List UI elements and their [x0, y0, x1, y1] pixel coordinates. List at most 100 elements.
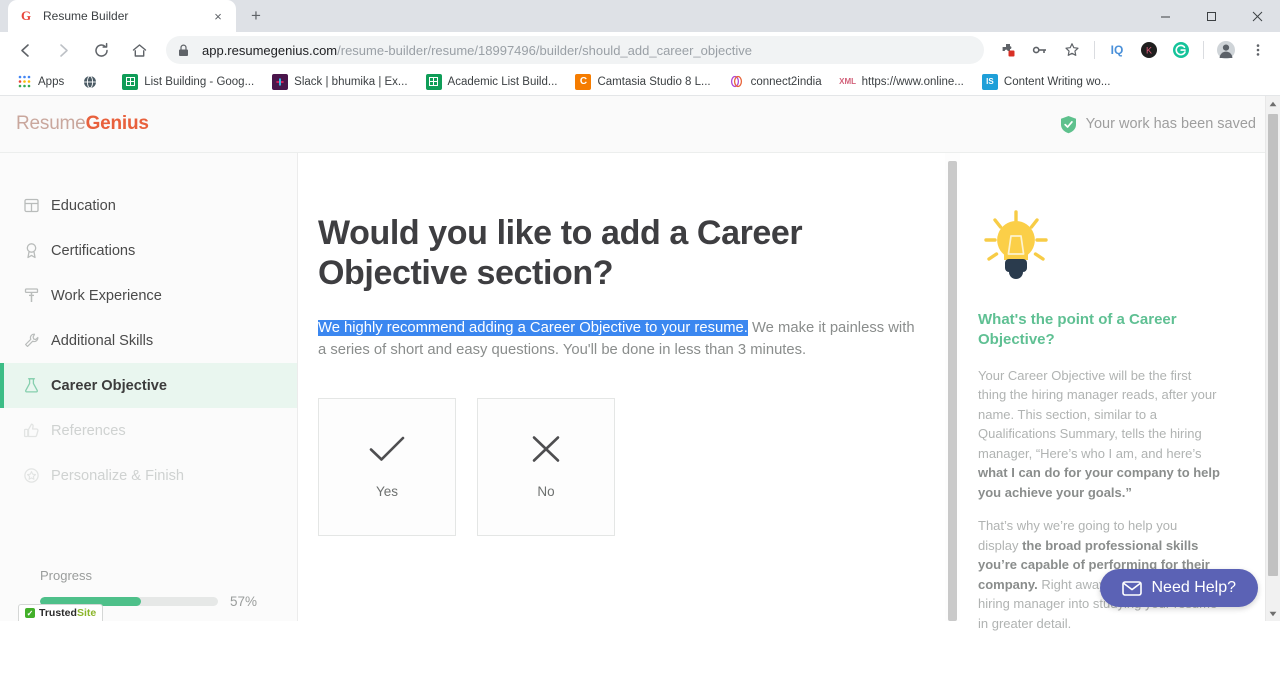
no-button-label: No: [537, 484, 555, 500]
slack-icon: [272, 73, 289, 90]
bookmark-label: Academic List Build...: [447, 75, 558, 88]
is-icon: IS: [981, 73, 998, 90]
shield-check-icon: [1060, 115, 1077, 134]
resumegenius-logo[interactable]: ResumeGenius: [16, 113, 149, 135]
sidebar-item-work-experience[interactable]: Work Experience: [0, 273, 297, 318]
sidebar-item-label: Education: [51, 197, 116, 214]
bookmark-apps[interactable]: Apps: [8, 71, 72, 93]
bookmark-academic-list[interactable]: Academic List Build...: [418, 71, 566, 93]
connect2india-icon: [729, 74, 745, 90]
sidebar-item-label: Additional Skills: [51, 332, 154, 349]
page-scrollbar[interactable]: [1265, 96, 1280, 621]
profile-avatar-icon[interactable]: [1213, 37, 1239, 63]
saved-status-text: Your work has been saved: [1085, 116, 1256, 132]
sidebar-item-personalize-finish[interactable]: Personalize & Finish: [0, 453, 297, 498]
cross-icon: [530, 434, 562, 464]
sidebar: Education Certifications Work Experience: [0, 153, 298, 621]
page-scrollbar-thumb[interactable]: [1268, 114, 1278, 576]
camtasia-icon: C: [575, 73, 592, 90]
progress-percent: 57%: [229, 594, 257, 609]
browser-window: G Resume Builder × + app.resumegenius.co…: [0, 0, 1280, 681]
close-button[interactable]: [1234, 0, 1280, 32]
maximize-button[interactable]: [1188, 0, 1234, 32]
web-page: ResumeGenius Your work has been saved Ed…: [0, 96, 1280, 631]
hammer-icon: [22, 287, 40, 304]
sidebar-item-education[interactable]: Education: [0, 183, 297, 228]
trustedsite-label-site: Site: [76, 607, 97, 619]
need-help-label: Need Help?: [1151, 579, 1237, 596]
grammarly-g-icon[interactable]: [1168, 37, 1194, 63]
password-key-icon[interactable]: [1027, 37, 1053, 63]
chrome-menu-icon[interactable]: [1245, 37, 1271, 63]
saved-status: Your work has been saved: [1060, 115, 1264, 134]
bookmark-camtasia[interactable]: C Camtasia Studio 8 L...: [567, 71, 718, 93]
address-bar[interactable]: app.resumegenius.com/resume-builder/resu…: [166, 36, 984, 64]
app-body: Education Certifications Work Experience: [0, 153, 1280, 631]
sidebar-item-label: References: [51, 422, 126, 439]
window-controls: [1142, 0, 1280, 32]
progress-section: Progress 57%: [0, 568, 297, 609]
main-content: Would you like to add a Career Objective…: [298, 153, 960, 621]
tab-title: Resume Builder: [43, 9, 129, 23]
bookmark-star-icon[interactable]: [1059, 37, 1085, 63]
forward-icon[interactable]: [48, 35, 78, 65]
globe-icon: [82, 74, 98, 90]
logo-part-genius: Genius: [85, 113, 149, 134]
extension-k-icon[interactable]: K: [1136, 37, 1162, 63]
progress-label: Progress: [40, 568, 93, 583]
bookmark-label: Camtasia Studio 8 L...: [597, 75, 711, 88]
apps-grid-icon: [16, 74, 32, 90]
bookmarks-bar: Apps List Building - Goog... Slack | bhu…: [0, 68, 1280, 96]
bookmark-slack[interactable]: Slack | bhumika | Ex...: [264, 71, 415, 93]
address-bar-url: app.resumegenius.com/resume-builder/resu…: [202, 43, 752, 58]
url-path: /resume-builder/resume/18997496/builder/…: [337, 42, 752, 58]
trustedsite-badge[interactable]: ✓ Trusted Site: [18, 604, 104, 621]
no-button[interactable]: No: [477, 397, 615, 536]
bookmark-label: List Building - Goog...: [144, 75, 255, 88]
grammarly-iq-icon[interactable]: IQ: [1104, 37, 1130, 63]
bookmark-label: https://www.online...: [861, 75, 964, 88]
home-icon[interactable]: [124, 35, 154, 65]
bookmark-globe[interactable]: [74, 71, 112, 93]
new-tab-button[interactable]: +: [242, 2, 270, 30]
bookmark-content-writing[interactable]: IS Content Writing wo...: [974, 71, 1119, 93]
main-inner: Would you like to add a Career Objective…: [298, 153, 960, 536]
sidebar-item-additional-skills[interactable]: Additional Skills: [0, 318, 297, 363]
yes-button[interactable]: Yes: [318, 397, 456, 536]
content-scrollbar[interactable]: [945, 153, 960, 621]
tab-strip: G Resume Builder × +: [0, 0, 1280, 32]
browser-tab-resume-builder[interactable]: G Resume Builder ×: [8, 0, 236, 32]
scroll-down-arrow[interactable]: [1266, 606, 1280, 621]
sidebar-item-career-objective[interactable]: Career Objective: [0, 363, 297, 408]
app-header: ResumeGenius Your work has been saved: [0, 96, 1280, 153]
bookmark-list-building[interactable]: List Building - Goog...: [114, 71, 262, 93]
reload-icon[interactable]: [86, 35, 116, 65]
trustedsite-check-icon: ✓: [25, 608, 35, 618]
bookmark-connect2india[interactable]: connect2india: [721, 71, 830, 93]
google-sheets-icon: [425, 73, 442, 90]
sidebar-item-label: Personalize & Finish: [51, 467, 185, 484]
choice-buttons: Yes No: [318, 397, 960, 536]
bookmark-online-xml[interactable]: XML https://www.online...: [832, 71, 972, 93]
bookmark-label: connect2india: [750, 75, 822, 88]
need-help-button[interactable]: Need Help?: [1099, 569, 1258, 607]
back-icon[interactable]: [10, 35, 40, 65]
google-sheets-icon: [122, 73, 139, 90]
xml-icon: XML: [839, 77, 857, 86]
tab-close-icon[interactable]: ×: [210, 8, 226, 24]
sidebar-item-label: Career Objective: [51, 377, 168, 394]
check-icon: [368, 434, 406, 464]
bookmark-label: Apps: [38, 75, 65, 88]
url-domain: app.resumegenius.com: [202, 42, 338, 58]
sidebar-item-certifications[interactable]: Certifications: [0, 228, 297, 273]
extension-puzzle-icon[interactable]: [995, 37, 1021, 63]
sidebar-item-references[interactable]: References: [0, 408, 297, 453]
book-icon: [22, 197, 40, 214]
logo-part-resume: Resume: [16, 113, 86, 134]
lock-icon: [178, 44, 192, 57]
minimize-button[interactable]: [1142, 0, 1188, 32]
content-scrollbar-thumb[interactable]: [948, 161, 957, 621]
wrench-icon: [22, 332, 40, 349]
scroll-up-arrow[interactable]: [1266, 96, 1280, 111]
page-title: Would you like to add a Career Objective…: [318, 214, 803, 293]
